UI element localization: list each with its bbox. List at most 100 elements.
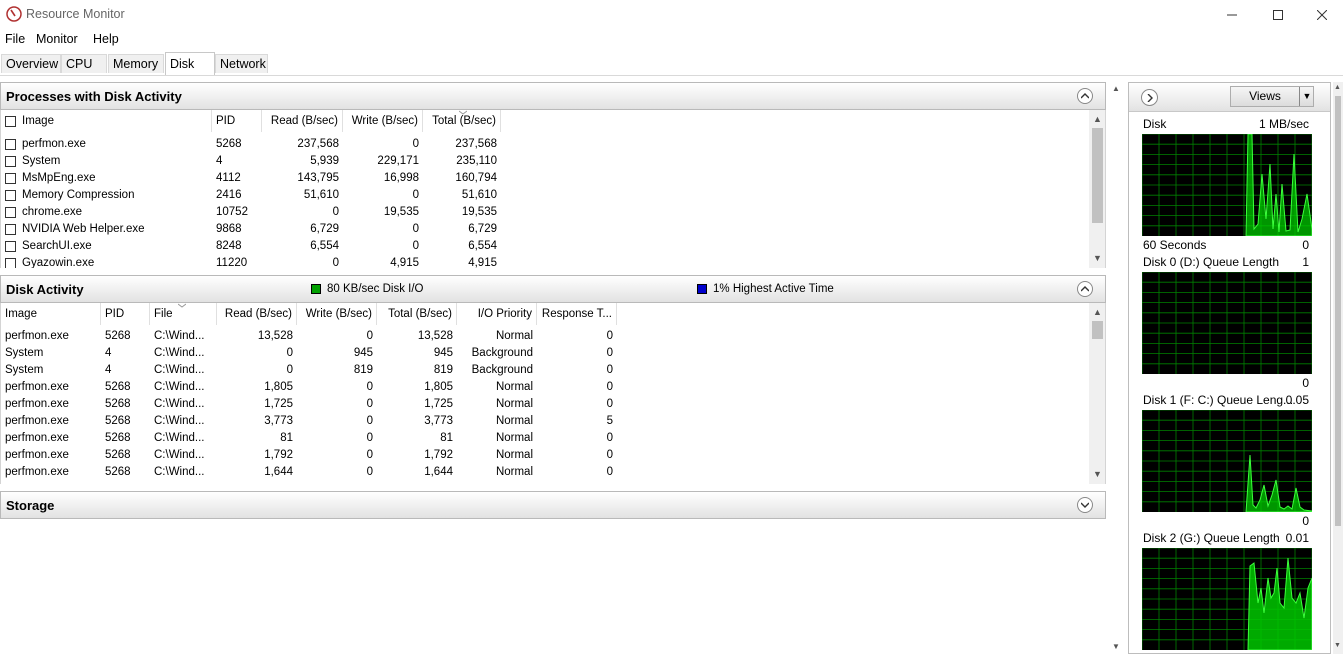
table-cell: 237,568 — [297, 138, 339, 150]
close-button[interactable] — [1299, 0, 1343, 30]
menu-help[interactable]: Help — [93, 32, 119, 46]
table-cell: 5,939 — [310, 155, 339, 167]
disk1-graph-scale: 0.05 — [1285, 393, 1309, 407]
scroll-thumb[interactable] — [1092, 128, 1103, 223]
table-row-image[interactable]: System — [1, 362, 101, 379]
table-row-image[interactable]: perfmon.exe — [1, 328, 101, 345]
menu-file[interactable]: File — [5, 32, 25, 46]
scroll-up-icon[interactable]: ▲ — [1334, 84, 1341, 91]
column-header-total[interactable]: Total (B/sec) — [377, 303, 457, 325]
column-header-pid[interactable]: PID — [212, 110, 262, 132]
table-row-image[interactable]: Memory Compression — [18, 187, 212, 204]
table-row-image[interactable]: chrome.exe — [18, 204, 212, 221]
table-row-image[interactable]: perfmon.exe — [18, 136, 212, 153]
expand-storage-button[interactable] — [1077, 497, 1093, 513]
table-cell: 0 — [412, 240, 419, 252]
table-cell: 5268 — [105, 415, 131, 427]
hide-graph-pane-button[interactable] — [1141, 89, 1158, 106]
row-checkbox[interactable] — [5, 224, 16, 235]
active-time-legend: 1% Highest Active Time — [713, 283, 834, 295]
row-checkbox[interactable] — [5, 173, 16, 184]
row-checkbox[interactable] — [5, 207, 16, 218]
scroll-up-icon[interactable]: ▲ — [1089, 112, 1105, 127]
scroll-down-icon[interactable]: ▼ — [1110, 642, 1122, 651]
table-cell: C:\Wind... — [154, 449, 205, 461]
table-cell: 81 — [440, 432, 453, 444]
column-header-file[interactable]: File — [150, 303, 217, 325]
scroll-up-icon[interactable]: ▲ — [1089, 305, 1105, 320]
table-row-image[interactable]: NVIDIA Web Helper.exe — [18, 221, 212, 238]
table-cell: 0 — [606, 347, 613, 359]
menu-monitor[interactable]: Monitor — [36, 32, 78, 46]
table-cell: C:\Wind... — [154, 364, 205, 376]
column-header-pid[interactable]: PID — [101, 303, 150, 325]
row-checkbox[interactable] — [5, 190, 16, 201]
minimize-button[interactable] — [1209, 0, 1255, 30]
expand-right-icon — [1147, 93, 1153, 102]
disk-io-legend-swatch — [311, 284, 321, 294]
processes-scrollbar[interactable]: ▲ ▼ — [1089, 110, 1105, 268]
tab-memory[interactable]: Memory — [108, 54, 164, 73]
row-checkbox[interactable] — [5, 241, 16, 252]
table-row-image[interactable]: MsMpEng.exe — [18, 170, 212, 187]
disk-activity-scrollbar[interactable]: ▲ ▼ — [1089, 303, 1105, 484]
tab-overview[interactable]: Overview — [1, 54, 61, 73]
table-row-image[interactable]: System — [18, 153, 212, 170]
table-cell: 4 — [105, 347, 112, 359]
column-header-read[interactable]: Read (B/sec) — [217, 303, 297, 325]
views-dropdown[interactable]: Views ▼ — [1230, 86, 1314, 107]
collapse-processes-button[interactable] — [1077, 88, 1093, 104]
table-row-image[interactable]: perfmon.exe — [1, 464, 101, 481]
dropdown-arrow-icon: ▼ — [1299, 87, 1314, 106]
row-checkbox[interactable] — [5, 258, 16, 268]
table-cell: 160,794 — [455, 172, 497, 184]
scroll-thumb[interactable] — [1092, 321, 1103, 339]
scroll-down-icon[interactable]: ▼ — [1334, 642, 1341, 649]
table-row-image[interactable]: perfmon.exe — [1, 413, 101, 430]
column-header-write[interactable]: Write (B/sec) — [343, 110, 423, 132]
column-header-io-priority[interactable]: I/O Priority — [457, 303, 537, 325]
row-checkbox[interactable] — [5, 156, 16, 167]
tab-network[interactable]: Network — [215, 54, 268, 73]
table-row-image[interactable]: perfmon.exe — [1, 447, 101, 464]
left-pane-scrollbar[interactable]: ▲ ▼ — [1110, 82, 1122, 654]
collapse-disk-activity-button[interactable] — [1077, 281, 1093, 297]
row-checkbox[interactable] — [5, 139, 16, 150]
scroll-up-icon[interactable]: ▲ — [1110, 84, 1122, 93]
scroll-down-icon[interactable]: ▼ — [1089, 467, 1105, 482]
scroll-thumb[interactable] — [1335, 96, 1341, 526]
tab-disk[interactable]: Disk — [165, 52, 215, 75]
maximize-button[interactable] — [1255, 0, 1301, 30]
column-header-total[interactable]: Total (B/sec) — [423, 110, 501, 132]
table-row-image[interactable]: perfmon.exe — [1, 396, 101, 413]
table-row-image[interactable]: Gyazowin.exe — [18, 255, 212, 268]
column-header-image[interactable]: Image — [1, 110, 212, 132]
storage-section-header[interactable]: Storage — [0, 491, 1106, 519]
table-cell: 2416 — [216, 189, 242, 201]
table-row-image[interactable]: perfmon.exe — [1, 379, 101, 396]
table-cell: Normal — [495, 449, 533, 461]
table-cell: 0 — [332, 257, 339, 268]
graph-pane-scrollbar[interactable]: ▲ ▼ — [1333, 82, 1343, 654]
column-header-image[interactable]: Image — [1, 303, 101, 325]
disk-io-legend: 80 KB/sec Disk I/O — [327, 283, 424, 295]
disk0-graph-zero: 0 — [1302, 376, 1309, 390]
table-cell: 237,568 — [455, 138, 497, 150]
disk-graph-footer-value: 0 — [1302, 238, 1309, 252]
processes-section-header[interactable]: Processes with Disk Activity — [0, 82, 1106, 110]
disk1-graph — [1142, 410, 1312, 512]
table-row-image[interactable]: perfmon.exe — [1, 430, 101, 447]
table-cell: 13,528 — [257, 330, 293, 342]
column-header-write[interactable]: Write (B/sec) — [297, 303, 377, 325]
disk-activity-section-header[interactable]: Disk Activity 80 KB/sec Disk I/O 1% High… — [0, 275, 1106, 303]
column-header-response-time[interactable]: Response T... — [537, 303, 617, 325]
column-header-read[interactable]: Read (B/sec) — [262, 110, 343, 132]
table-row-image[interactable]: System — [1, 345, 101, 362]
table-row-image[interactable]: SearchUI.exe — [18, 238, 212, 255]
tab-cpu[interactable]: CPU — [61, 54, 107, 73]
table-cell: 5268 — [105, 449, 131, 461]
table-cell: 0 — [412, 189, 419, 201]
active-time-legend-swatch — [697, 284, 707, 294]
scroll-down-icon[interactable]: ▼ — [1089, 251, 1105, 266]
select-all-checkbox[interactable] — [5, 116, 16, 127]
